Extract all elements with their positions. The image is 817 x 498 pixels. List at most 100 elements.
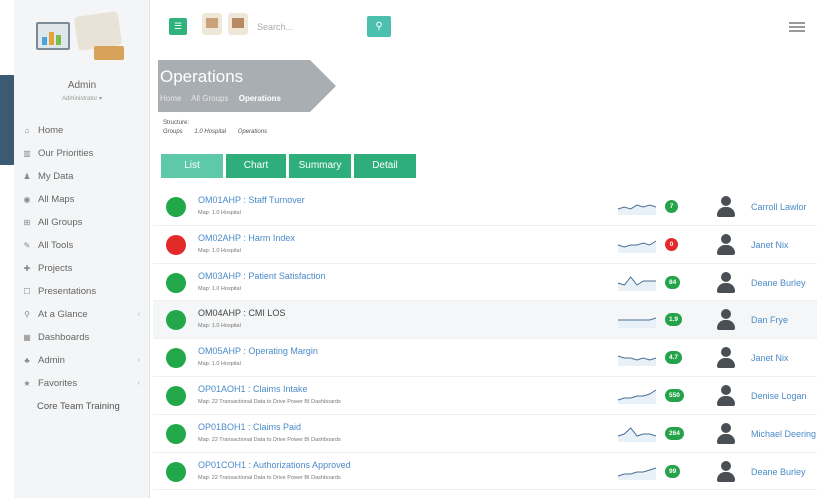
measure-map-label: Map: 1.0 Hospital — [198, 210, 241, 216]
page-header: Operations Home All Groups Operations — [150, 52, 817, 114]
user-role-dropdown[interactable]: Administrator ▾ — [14, 95, 150, 102]
toggle-panel-icon[interactable] — [789, 22, 805, 34]
owner-link[interactable]: Deane Burley — [751, 467, 806, 477]
sidebar-item-label: Our Priorities — [38, 148, 94, 159]
tab-chart[interactable]: Chart — [226, 154, 286, 178]
user-avatar-icon — [717, 422, 735, 444]
sidebar-item-at-a-glance[interactable]: ⚲ At a Glance ‹ — [14, 303, 150, 326]
user-avatar-icon — [717, 460, 735, 482]
sidebar-item-projects[interactable]: ✚ Projects — [14, 257, 150, 280]
measure-title-link[interactable]: OP01BOH1 : Claims Paid — [198, 422, 301, 432]
status-indicator — [166, 310, 186, 331]
owner-link[interactable]: Carroll Lawlor — [751, 202, 807, 212]
sparkline-chart[interactable] — [617, 197, 657, 215]
measure-map-label: Map: 1.0 Hospital — [198, 285, 241, 292]
sparkline-area — [618, 427, 656, 442]
structure-path-operations[interactable]: Operations — [238, 129, 267, 135]
user-avatar-icon — [717, 233, 735, 255]
sidebar-item-my-data[interactable]: ♟ My Data — [14, 165, 150, 188]
status-indicator — [166, 461, 186, 482]
sidebar-item-home[interactable]: ⌂ Home — [14, 119, 150, 142]
user-icon: ♟ — [23, 172, 31, 181]
chevron-left-icon: ‹ — [137, 380, 140, 387]
list-item[interactable]: OM02AHP : Harm Index Map: 1.0 Hospital 0 Ja… — [153, 226, 817, 264]
value-badge: 99 — [665, 464, 681, 478]
list-item[interactable]: OM05AHP : Operating Margin Map: 1.0 Hospi… — [153, 339, 817, 377]
sidebar-item-all-maps[interactable]: ◉ All Maps — [14, 188, 150, 211]
sitemap-icon: ⊞ — [23, 218, 31, 227]
structure-info: Structure: Groups 1.0 Hospital Operation… — [163, 119, 277, 137]
sparkline-chart[interactable] — [617, 273, 657, 291]
owner-link[interactable]: Janet Nix — [751, 240, 789, 250]
list-item[interactable]: OM04AHP : CMI LOS Map: 1.0 Hospital 1.9 Dan… — [153, 301, 817, 340]
status-indicator — [166, 197, 186, 217]
measure-map-label: Map: 22 Transactional Data to Drive Powe… — [198, 436, 341, 443]
owner-link[interactable]: Denise Logan — [751, 391, 807, 401]
view-tabs: List Chart Summary Detail — [161, 154, 419, 178]
measure-title-link[interactable]: OM05AHP : Operating Margin — [198, 346, 318, 356]
sidebar-item-all-groups[interactable]: ⊞ All Groups — [14, 211, 150, 234]
status-indicator — [166, 234, 186, 255]
list-item[interactable]: OP01COH1 : Authorizations Approved Map: 2… — [153, 453, 817, 491]
sidebar-item-admin[interactable]: ♣ Admin ‹ — [14, 349, 150, 372]
thumbnail-icon-2[interactable] — [228, 13, 248, 35]
list-item[interactable]: OP01AOH1 : Claims Intake Map: 22 Transact… — [153, 377, 817, 415]
sparkline-chart[interactable] — [617, 424, 657, 442]
sidebar-item-our-priorities[interactable]: ▥ Our Priorities — [14, 142, 150, 165]
measure-title-link[interactable]: OP01COH1 : Authorizations Approved — [198, 460, 351, 470]
sidebar-item-core-team-training[interactable]: Core Team Training — [14, 395, 150, 419]
measure-title-link[interactable]: OM04AHP : CMI LOS — [198, 308, 285, 318]
breadcrumb: Home All Groups Operations — [160, 94, 289, 103]
sidebar-item-favorites[interactable]: ★ Favorites ‹ — [14, 372, 150, 395]
sparkline-chart[interactable] — [617, 310, 657, 329]
sparkline-chart[interactable] — [617, 386, 657, 404]
owner-link[interactable]: Michael Deering — [751, 429, 816, 439]
breadcrumb-all-groups[interactable]: All Groups — [191, 94, 228, 103]
edit-icon: ☐ — [23, 287, 31, 296]
bar-chart-icon: ▥ — [23, 149, 31, 158]
sidebar: Admin Administrator ▾ ⌂ Home ▥ Our Prioriti… — [14, 0, 150, 498]
menu-button[interactable]: ☰ — [169, 18, 187, 35]
tab-summary[interactable]: Summary — [289, 154, 351, 178]
measure-map-label: Map: 1.0 Hospital — [198, 323, 241, 330]
thumbnail-icon-1[interactable] — [202, 13, 222, 35]
owner-link[interactable]: Janet Nix — [751, 353, 789, 363]
list-item[interactable]: OM03AHP : Patient Satisfaction Map: 1.0 H… — [153, 264, 817, 302]
sidebar-item-all-tools[interactable]: ✎ All Tools — [14, 234, 150, 257]
structure-path-hospital[interactable]: 1.0 Hospital — [194, 129, 226, 135]
tab-list[interactable]: List — [161, 154, 223, 178]
sparkline-chart[interactable] — [617, 348, 657, 367]
logo-graphic — [73, 11, 123, 51]
sidebar-item-label: At a Glance — [38, 309, 88, 320]
measure-title-link[interactable]: OM02AHP : Harm Index — [198, 233, 295, 243]
search-input[interactable] — [257, 17, 367, 37]
list-item[interactable]: OM01AHP : Staff Turnover Map: 1.0 Hospita… — [153, 188, 817, 226]
tab-detail[interactable]: Detail — [354, 154, 416, 178]
sidebar-item-label: All Tools — [38, 240, 74, 251]
sparkline-chart[interactable] — [617, 462, 657, 480]
sidebar-item-label: All Maps — [38, 194, 75, 205]
breadcrumb-home[interactable]: Home — [160, 94, 181, 103]
value-badge: 7 — [665, 200, 678, 213]
sparkline-chart[interactable] — [617, 235, 657, 253]
sidebar-item-presentations[interactable]: ☐ Presentations — [14, 280, 150, 303]
sidebar-item-label: My Data — [38, 171, 74, 182]
sidebar-item-label: Home — [38, 125, 64, 136]
owner-link[interactable]: Deane Burley — [751, 278, 806, 288]
user-name[interactable]: Admin — [14, 80, 150, 91]
list-item[interactable]: OP01BOH1 : Claims Paid Map: 22 Transactio… — [153, 415, 817, 453]
sidebar-item-label: Admin — [38, 355, 65, 366]
owner-link[interactable]: Dan Frye — [751, 315, 788, 325]
monitor-icon — [36, 22, 70, 50]
measure-map-label: Map: 22 Transactional Data to Drive Powe… — [198, 474, 341, 481]
wrench-icon: ✎ — [23, 241, 31, 250]
sidebar-item-dashboards[interactable]: ▦ Dashboards — [14, 326, 150, 349]
measure-title-link[interactable]: OP01AOH1 : Claims Intake — [198, 384, 308, 394]
measure-title-link[interactable]: OM01AHP : Staff Turnover — [198, 195, 305, 205]
structure-path-groups[interactable]: Groups — [163, 129, 183, 135]
search-button[interactable]: ⚲ — [367, 16, 391, 37]
measure-title-link[interactable]: OM03AHP : Patient Satisfaction — [198, 271, 325, 281]
measure-list: OM01AHP : Staff Turnover Map: 1.0 Hospita… — [153, 188, 817, 491]
sidebar-item-label: Projects — [38, 263, 73, 274]
measure-map-label: Map: 1.0 Hospital — [198, 361, 241, 368]
